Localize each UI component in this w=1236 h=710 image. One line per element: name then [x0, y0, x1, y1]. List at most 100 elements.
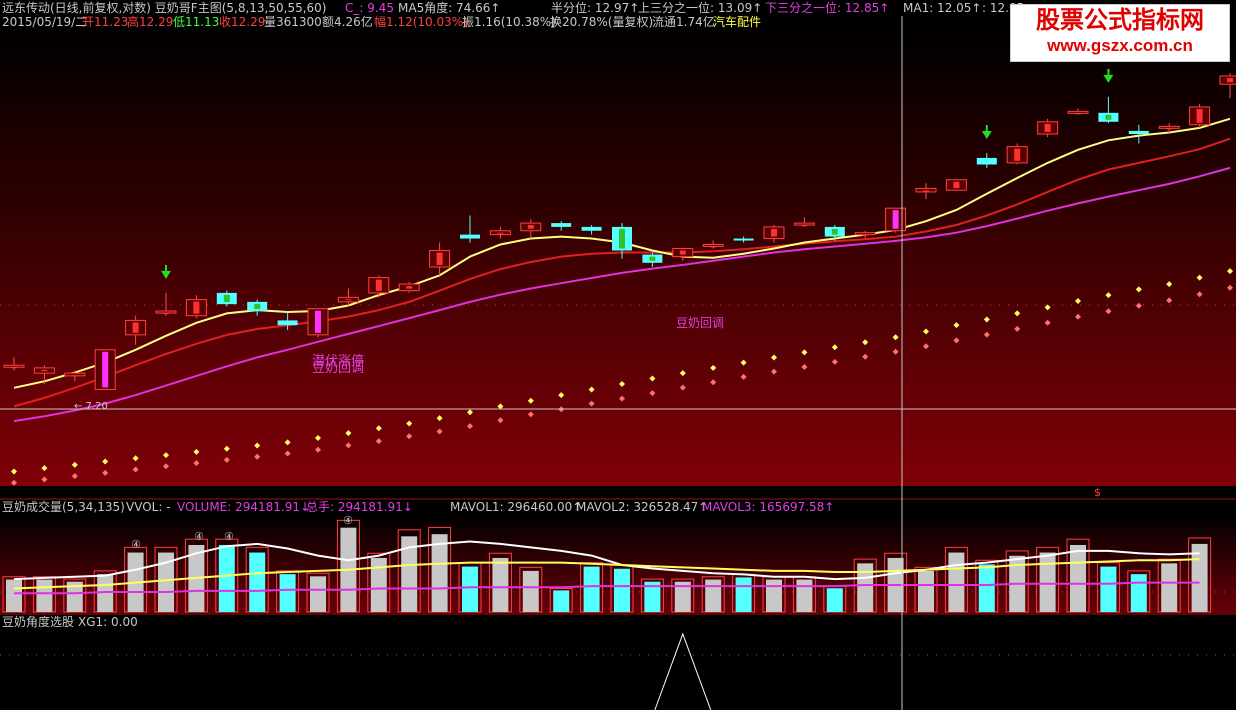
volume-bar — [978, 564, 995, 612]
candle-body — [854, 232, 876, 236]
candle-core — [892, 210, 899, 229]
candle-core — [923, 190, 929, 192]
watermark-title: 股票公式指标网 — [1036, 6, 1204, 34]
candle-core — [132, 322, 139, 333]
volume-bar — [583, 566, 600, 612]
header-field: 豆奶角度选股 — [2, 615, 75, 629]
candle-body — [277, 320, 298, 326]
candle-body — [976, 157, 997, 165]
volume-marker: ④ — [343, 514, 353, 527]
volume-marker: ④ — [131, 538, 141, 551]
candle-body — [793, 222, 815, 226]
candle-body — [489, 230, 511, 236]
annotation-label: ← 7.20 — [74, 401, 108, 412]
header-field: 开11.23 — [82, 15, 129, 29]
volume-bar — [431, 534, 448, 612]
header-field: 总手: 294181.91↓ — [306, 500, 413, 514]
annotation-label: 豆奶回调 — [676, 316, 725, 330]
header-field: 下三分之一位: 12.85↑ — [765, 1, 890, 15]
candle-core — [1014, 148, 1021, 161]
volume-marker: ④ — [194, 530, 204, 543]
volume-bar — [948, 552, 965, 612]
header-field: VVOL: - — [126, 500, 171, 514]
volume-bar — [1161, 563, 1178, 612]
candle-core — [619, 228, 625, 249]
header-field: 振1.16(10.38%) — [462, 15, 556, 29]
volume-bar — [492, 557, 509, 612]
watermark-logo: 股票公式指标网 www.gszx.com.cn — [1010, 4, 1230, 62]
annotation-label: 豆奶回调 — [312, 361, 365, 376]
candle-core — [406, 286, 413, 289]
candle-core — [223, 294, 230, 303]
volume-bar — [918, 570, 934, 612]
header-field: MA1: 12.05↑ — [903, 1, 982, 15]
candle-core — [801, 225, 808, 227]
header-field: MA5角度: 74.66↑ — [398, 1, 501, 15]
candle-core — [1105, 114, 1112, 120]
header-field: 额4.26亿 — [322, 15, 373, 29]
candle-core — [649, 256, 656, 261]
volume-bar — [1039, 552, 1056, 612]
header-field: MAVOL3: 165697.58↑ — [702, 500, 835, 514]
header-field: 半分位: 12.97↑ — [551, 1, 640, 15]
header-field: MAVOL2: 326528.47↑ — [576, 500, 709, 514]
header-field: 上三分之一位: 13.09↑ — [638, 1, 763, 15]
watermark-url: www.gszx.com.cn — [1047, 36, 1193, 55]
volume-bar — [766, 579, 782, 612]
candle-body — [702, 243, 724, 247]
volume-bar — [1130, 574, 1147, 612]
volume-bar — [826, 588, 843, 612]
candle-core — [163, 313, 169, 315]
candle-core — [315, 310, 321, 333]
header-field: 2015/05/19/二 — [2, 15, 88, 29]
header-field: 汽车配件 — [713, 15, 762, 29]
candle-core — [1227, 77, 1233, 83]
header-field: 豆奶成交量(5,34,135) — [2, 500, 125, 514]
volume-bar — [310, 576, 326, 612]
header-field: 量361300 — [264, 15, 322, 29]
candle-core — [41, 369, 48, 372]
candle-core — [771, 228, 777, 237]
header-field: 远东传动(日线,前复权,对数) 豆奶哥F主图(5,8,13,50,55,60) — [2, 1, 327, 15]
header-field: 流通1.74亿 — [652, 15, 715, 29]
candle-core — [375, 279, 382, 291]
volume-marker: ④ — [224, 530, 234, 543]
stock-chart — [0, 16, 1236, 710]
header-field: 低11.13 — [173, 15, 220, 29]
volume-bar — [522, 570, 539, 612]
candle-body — [551, 223, 572, 227]
candle-core — [1166, 128, 1173, 130]
candle-core — [102, 351, 109, 388]
candle-core — [831, 228, 838, 235]
volume-bar — [553, 590, 570, 612]
header-field: 高12.29 — [127, 15, 174, 29]
candle-core — [345, 299, 352, 301]
candle-core — [862, 234, 869, 236]
candle-body — [581, 226, 602, 231]
header-field: 幅1.12(10.03%) — [374, 15, 468, 29]
annotation-label: $ — [1094, 486, 1101, 499]
volume-bar — [1070, 544, 1086, 612]
volume-bar — [218, 544, 235, 612]
volume-bar — [857, 563, 874, 612]
volume-bar — [796, 579, 813, 612]
header-field: XG1: 0.00 — [78, 615, 138, 629]
candle-body — [1128, 130, 1149, 135]
xg-signal-line — [654, 632, 712, 710]
candle-body — [1158, 125, 1180, 129]
volume-bar — [614, 568, 630, 612]
candle-core — [11, 367, 17, 369]
candle-core — [254, 303, 261, 310]
candle-core — [710, 246, 717, 248]
candle-core — [1196, 108, 1203, 123]
volume-bar — [249, 552, 266, 612]
volume-bar — [462, 566, 478, 612]
volume-bar — [279, 574, 296, 612]
header-field: 收12.29 — [219, 15, 266, 29]
candle-core — [1044, 123, 1051, 133]
volume-bar — [705, 579, 722, 612]
candle-core — [71, 375, 78, 377]
header-field: MAVOL1: 296460.00↑ — [450, 500, 583, 514]
candle-core — [193, 301, 200, 314]
candle-core — [679, 250, 686, 255]
